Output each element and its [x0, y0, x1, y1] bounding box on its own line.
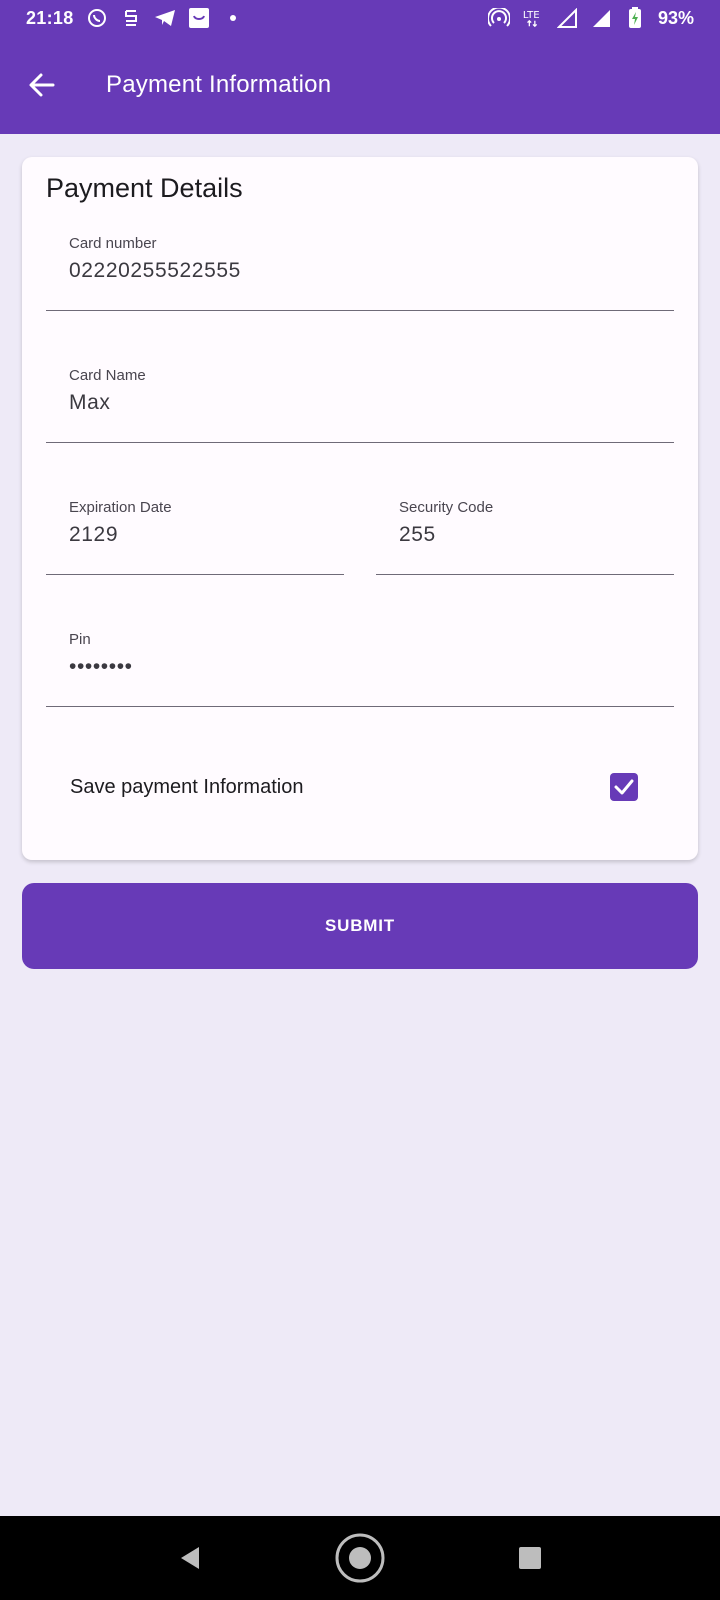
- app-notification-icon: [120, 7, 142, 29]
- signal-icon: [590, 7, 612, 29]
- card-name-field[interactable]: Card Name: [46, 349, 674, 443]
- card-title: Payment Details: [46, 173, 243, 203]
- arrow-left-icon: [29, 73, 55, 97]
- card-name-label: Card Name: [69, 367, 146, 384]
- lte-icon: LTE: [522, 7, 544, 29]
- telegram-icon: [154, 7, 176, 29]
- back-button[interactable]: [14, 57, 70, 113]
- nav-recents-button[interactable]: [500, 1528, 560, 1588]
- expiration-date-input[interactable]: [69, 523, 321, 547]
- security-code-label: Security Code: [399, 499, 494, 516]
- battery-charging-icon: [624, 7, 646, 29]
- card-number-field[interactable]: Card number: [46, 217, 674, 311]
- card-number-label: Card number: [69, 235, 157, 252]
- payment-details-card: Payment Details Card number Card Name Ex…: [22, 157, 698, 860]
- status-left: 21:18: [26, 7, 244, 29]
- security-code-field[interactable]: Security Code: [376, 481, 674, 575]
- battery-percentage: 93%: [657, 7, 694, 28]
- nav-back-button[interactable]: [160, 1528, 220, 1588]
- security-code-input[interactable]: [399, 523, 651, 547]
- dot-icon: [222, 7, 244, 29]
- signal-icon: [556, 7, 578, 29]
- status-time: 21:18: [26, 7, 74, 28]
- check-icon: [614, 779, 634, 795]
- page-title: Payment Information: [106, 71, 332, 98]
- whatsapp-icon: [86, 7, 108, 29]
- pin-input[interactable]: [69, 655, 651, 679]
- status-bar: 21:18 LTE 93%: [0, 0, 720, 36]
- shopping-bag-icon: [188, 7, 210, 29]
- app-bar: Payment Information: [0, 36, 720, 134]
- save-payment-row: Save payment Information: [46, 755, 674, 819]
- svg-text:LTE: LTE: [523, 10, 540, 21]
- submit-button[interactable]: SUBMIT: [22, 883, 698, 969]
- pin-field[interactable]: Pin: [46, 613, 674, 707]
- expiration-date-field[interactable]: Expiration Date: [46, 481, 344, 575]
- square-recents-icon: [519, 1547, 541, 1569]
- card-number-input[interactable]: [69, 259, 651, 283]
- card-name-input[interactable]: [69, 391, 651, 415]
- status-right: LTE 93%: [487, 7, 694, 29]
- nav-home-button[interactable]: [330, 1528, 390, 1588]
- navigation-bar: [0, 1516, 720, 1600]
- home-circle-icon: [335, 1533, 385, 1583]
- save-payment-checkbox[interactable]: [610, 773, 638, 801]
- hotspot-icon: [487, 7, 510, 29]
- pin-label: Pin: [69, 631, 91, 648]
- triangle-back-icon: [181, 1547, 199, 1569]
- expiration-date-label: Expiration Date: [69, 499, 172, 516]
- save-payment-label: Save payment Information: [70, 775, 304, 798]
